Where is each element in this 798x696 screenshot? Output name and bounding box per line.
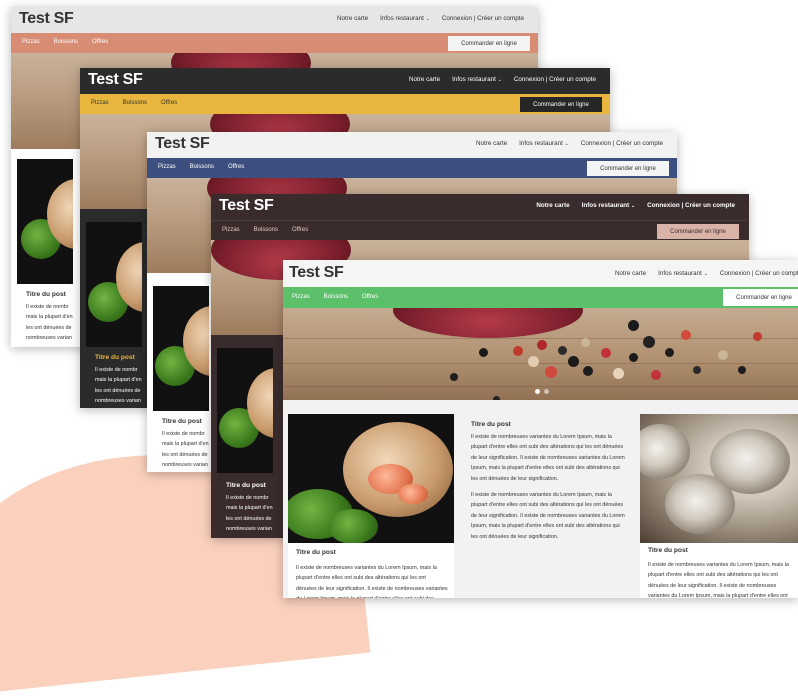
nav-infos[interactable]: Infos restaurant ⌄ xyxy=(380,15,430,22)
header: Test SF Notre carte Infos restaurant ⌄ C… xyxy=(147,132,677,158)
top-nav: Notre carte Infos restaurant ⌄ Connexion… xyxy=(536,202,735,209)
post-title: Titre du post xyxy=(648,547,688,554)
brand-logo[interactable]: Test SF xyxy=(19,10,74,28)
nav-infos[interactable]: Infos restaurant ⌄ xyxy=(582,202,636,209)
header: Test SF Notre carte Infos restaurant ⌄ C… xyxy=(11,7,538,33)
chevron-down-icon: ⌄ xyxy=(425,16,430,22)
post-image xyxy=(17,159,73,284)
nav-offres[interactable]: Offres xyxy=(292,227,308,233)
top-nav: Notre carte Infos restaurant ⌄ Connexion… xyxy=(337,15,524,22)
theme-preview-5: Test SF Notre carte Infos restaurant ⌄ C… xyxy=(283,260,798,598)
category-bar: Pizzas Boissons Offres Commander en lign… xyxy=(11,33,538,53)
nav-pizzas[interactable]: Pizzas xyxy=(158,164,176,170)
nav-pizzas[interactable]: Pizzas xyxy=(292,294,310,300)
nav-carte[interactable]: Notre carte xyxy=(409,76,440,83)
post-card-2: Titre du post Il existe de nombreuses va… xyxy=(464,414,630,598)
brand-logo[interactable]: Test SF xyxy=(155,135,210,153)
category-bar: Pizzas Boissons Offres Commander en lign… xyxy=(80,94,610,114)
post-image xyxy=(288,414,454,543)
header: Test SF Notre carte Infos restaurant ⌄ C… xyxy=(211,194,749,220)
nav-boissons[interactable]: Boissons xyxy=(54,39,78,45)
nav-connexion[interactable]: Connexion | Créer un compte xyxy=(647,202,735,209)
brand-logo[interactable]: Test SF xyxy=(219,197,274,215)
header: Test SF Notre carte Infos restaurant ⌄ C… xyxy=(80,68,610,94)
nav-pizzas[interactable]: Pizzas xyxy=(22,39,40,45)
top-nav: Notre carte Infos restaurant ⌄ Connexion… xyxy=(409,76,596,83)
nav-carte[interactable]: Notre carte xyxy=(615,270,646,277)
nav-connexion[interactable]: Connexion | Créer un compte xyxy=(581,140,663,147)
nav-infos[interactable]: Infos restaurant ⌄ xyxy=(519,140,569,147)
carousel-dot-1[interactable] xyxy=(535,389,540,394)
carousel-indicators[interactable] xyxy=(535,389,549,394)
top-nav: Notre carte Infos restaurant ⌄ Connexion… xyxy=(476,140,663,147)
chevron-down-icon: ⌄ xyxy=(703,271,708,277)
nav-boissons[interactable]: Boissons xyxy=(190,164,214,170)
category-bar: Pizzas Boissons Offres Commander en lign… xyxy=(147,158,677,178)
nav-pizzas[interactable]: Pizzas xyxy=(91,100,109,106)
carousel-dot-2[interactable] xyxy=(544,389,549,394)
nav-connexion[interactable]: Connexion | Créer un compte xyxy=(514,76,596,83)
post-card-3: Titre du post Il existe de nombreuses va… xyxy=(640,414,798,598)
nav-carte[interactable]: Notre carte xyxy=(536,202,569,209)
nav-boissons[interactable]: Boissons xyxy=(123,100,147,106)
order-online-button[interactable]: Commander en ligne xyxy=(723,289,798,306)
post-title: Titre du post xyxy=(95,354,135,361)
order-online-button[interactable]: Commander en ligne xyxy=(587,161,669,176)
nav-offres[interactable]: Offres xyxy=(161,100,177,106)
post-image xyxy=(217,348,273,473)
nav-connexion[interactable]: Connexion | Créer un compte xyxy=(720,270,798,277)
post-image xyxy=(640,414,798,543)
nav-boissons[interactable]: Boissons xyxy=(254,227,278,233)
post-image xyxy=(153,286,209,411)
nav-infos[interactable]: Infos restaurant ⌄ xyxy=(452,76,502,83)
post-title: Titre du post xyxy=(226,482,266,489)
post-text: Il existe de nombreuses variantes du Lor… xyxy=(471,492,625,540)
nav-offres[interactable]: Offres xyxy=(228,164,244,170)
chevron-down-icon: ⌄ xyxy=(497,77,502,83)
nav-carte[interactable]: Notre carte xyxy=(476,140,507,147)
post-text: Il existe de nombreuses variantes du Lor… xyxy=(296,565,448,598)
chevron-down-icon: ⌄ xyxy=(564,141,569,147)
post-text: Il existe de nombreuses variantes du Lor… xyxy=(471,434,625,482)
top-nav: Notre carte Infos restaurant ⌄ Connexion… xyxy=(615,270,798,277)
post-text: Il existe de nombreuses variantes du Lor… xyxy=(648,562,789,598)
brand-logo[interactable]: Test SF xyxy=(88,71,143,89)
post-card-1: Titre du post Il existe de nombreuses va… xyxy=(288,414,454,598)
nav-offres[interactable]: Offres xyxy=(362,294,378,300)
header: Test SF Notre carte Infos restaurant ⌄ C… xyxy=(283,260,798,287)
nav-offres[interactable]: Offres xyxy=(92,39,108,45)
nav-pizzas[interactable]: Pizzas xyxy=(222,227,240,233)
order-online-button[interactable]: Commander en ligne xyxy=(657,224,739,239)
chevron-down-icon: ⌄ xyxy=(630,203,636,209)
nav-connexion[interactable]: Connexion | Créer un compte xyxy=(442,15,524,22)
order-online-button[interactable]: Commander en ligne xyxy=(520,97,602,112)
nav-carte[interactable]: Notre carte xyxy=(337,15,368,22)
nav-infos[interactable]: Infos restaurant ⌄ xyxy=(658,270,708,277)
post-image xyxy=(86,222,142,347)
category-bar: Pizzas Boissons Offres Commander en lign… xyxy=(283,287,798,308)
order-online-button[interactable]: Commander en ligne xyxy=(448,36,530,51)
category-bar: Pizzas Boissons Offres Commander en lign… xyxy=(211,220,749,240)
post-title: Titre du post xyxy=(471,421,511,428)
brand-logo[interactable]: Test SF xyxy=(289,264,344,282)
post-title: Titre du post xyxy=(26,291,66,298)
post-title: Titre du post xyxy=(296,549,336,556)
nav-boissons[interactable]: Boissons xyxy=(324,294,348,300)
hero-banner xyxy=(283,308,798,400)
